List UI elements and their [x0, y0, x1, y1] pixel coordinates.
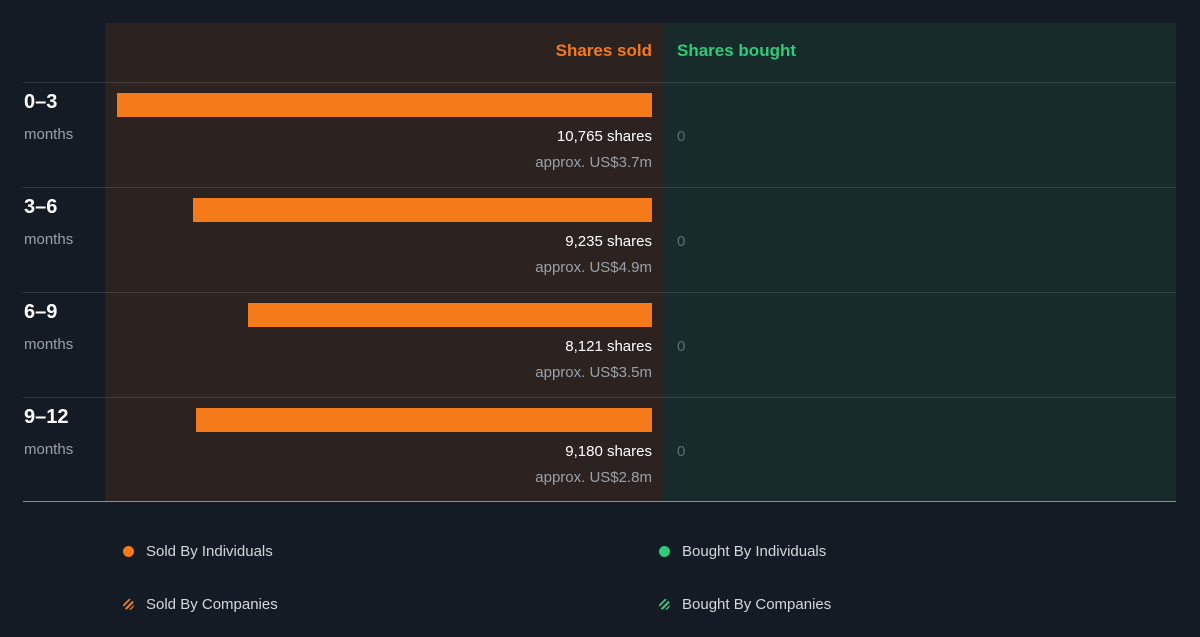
shares-bought-value: 0 — [677, 338, 686, 355]
header-divider — [23, 82, 1176, 83]
period-unit-label: months — [24, 126, 74, 143]
sold-bar — [196, 408, 652, 432]
shares-bought-header: Shares bought — [677, 41, 797, 60]
shares-sold-value: 10,765 shares — [556, 128, 652, 145]
shares-sold-header: Shares sold — [555, 41, 652, 60]
period-label: 0–3 — [24, 91, 58, 113]
legend-sold-individuals: Sold By Individuals — [123, 541, 273, 561]
shares-bought-value: 0 — [677, 233, 686, 250]
period-label: 3–6 — [24, 196, 58, 218]
legend-bought-companies: Bought By Companies — [659, 594, 831, 614]
row-divider — [23, 397, 1176, 398]
approx-value: approx. US$3.5m — [535, 364, 652, 381]
shares-bought-value: 0 — [677, 443, 686, 460]
period-label: 9–12 — [24, 406, 69, 428]
orange-dot-icon — [123, 545, 134, 557]
bought-panel — [664, 23, 1176, 502]
sold-bar — [117, 93, 652, 117]
period-label: 6–9 — [24, 301, 58, 323]
chart-baseline — [23, 501, 1176, 502]
shares-sold-value: 9,180 shares — [565, 443, 652, 460]
approx-value: approx. US$4.9m — [535, 259, 652, 276]
shares-sold-value: 9,235 shares — [565, 233, 652, 250]
legend-label: Bought By Individuals — [682, 542, 827, 560]
period-unit-label: months — [24, 231, 74, 248]
shares-sold-value: 8,121 shares — [565, 338, 652, 355]
orange-striped-dot-icon — [123, 598, 134, 610]
legend-label: Sold By Individuals — [146, 542, 273, 560]
approx-value: approx. US$2.8m — [535, 469, 652, 486]
row-divider — [23, 292, 1176, 293]
green-striped-dot-icon — [659, 598, 670, 610]
legend-bought-individuals: Bought By Individuals — [659, 541, 826, 561]
green-dot-icon — [659, 545, 670, 557]
row-divider — [23, 187, 1176, 188]
sold-bar — [193, 198, 652, 222]
legend-label: Bought By Companies — [682, 595, 832, 613]
shares-bought-value: 0 — [677, 128, 686, 145]
period-unit-label: months — [24, 336, 74, 353]
period-unit-label: months — [24, 441, 74, 458]
legend-label: Sold By Companies — [146, 595, 278, 613]
sold-bar — [248, 303, 652, 327]
approx-value: approx. US$3.7m — [535, 154, 652, 171]
legend-sold-companies: Sold By Companies — [123, 594, 278, 614]
